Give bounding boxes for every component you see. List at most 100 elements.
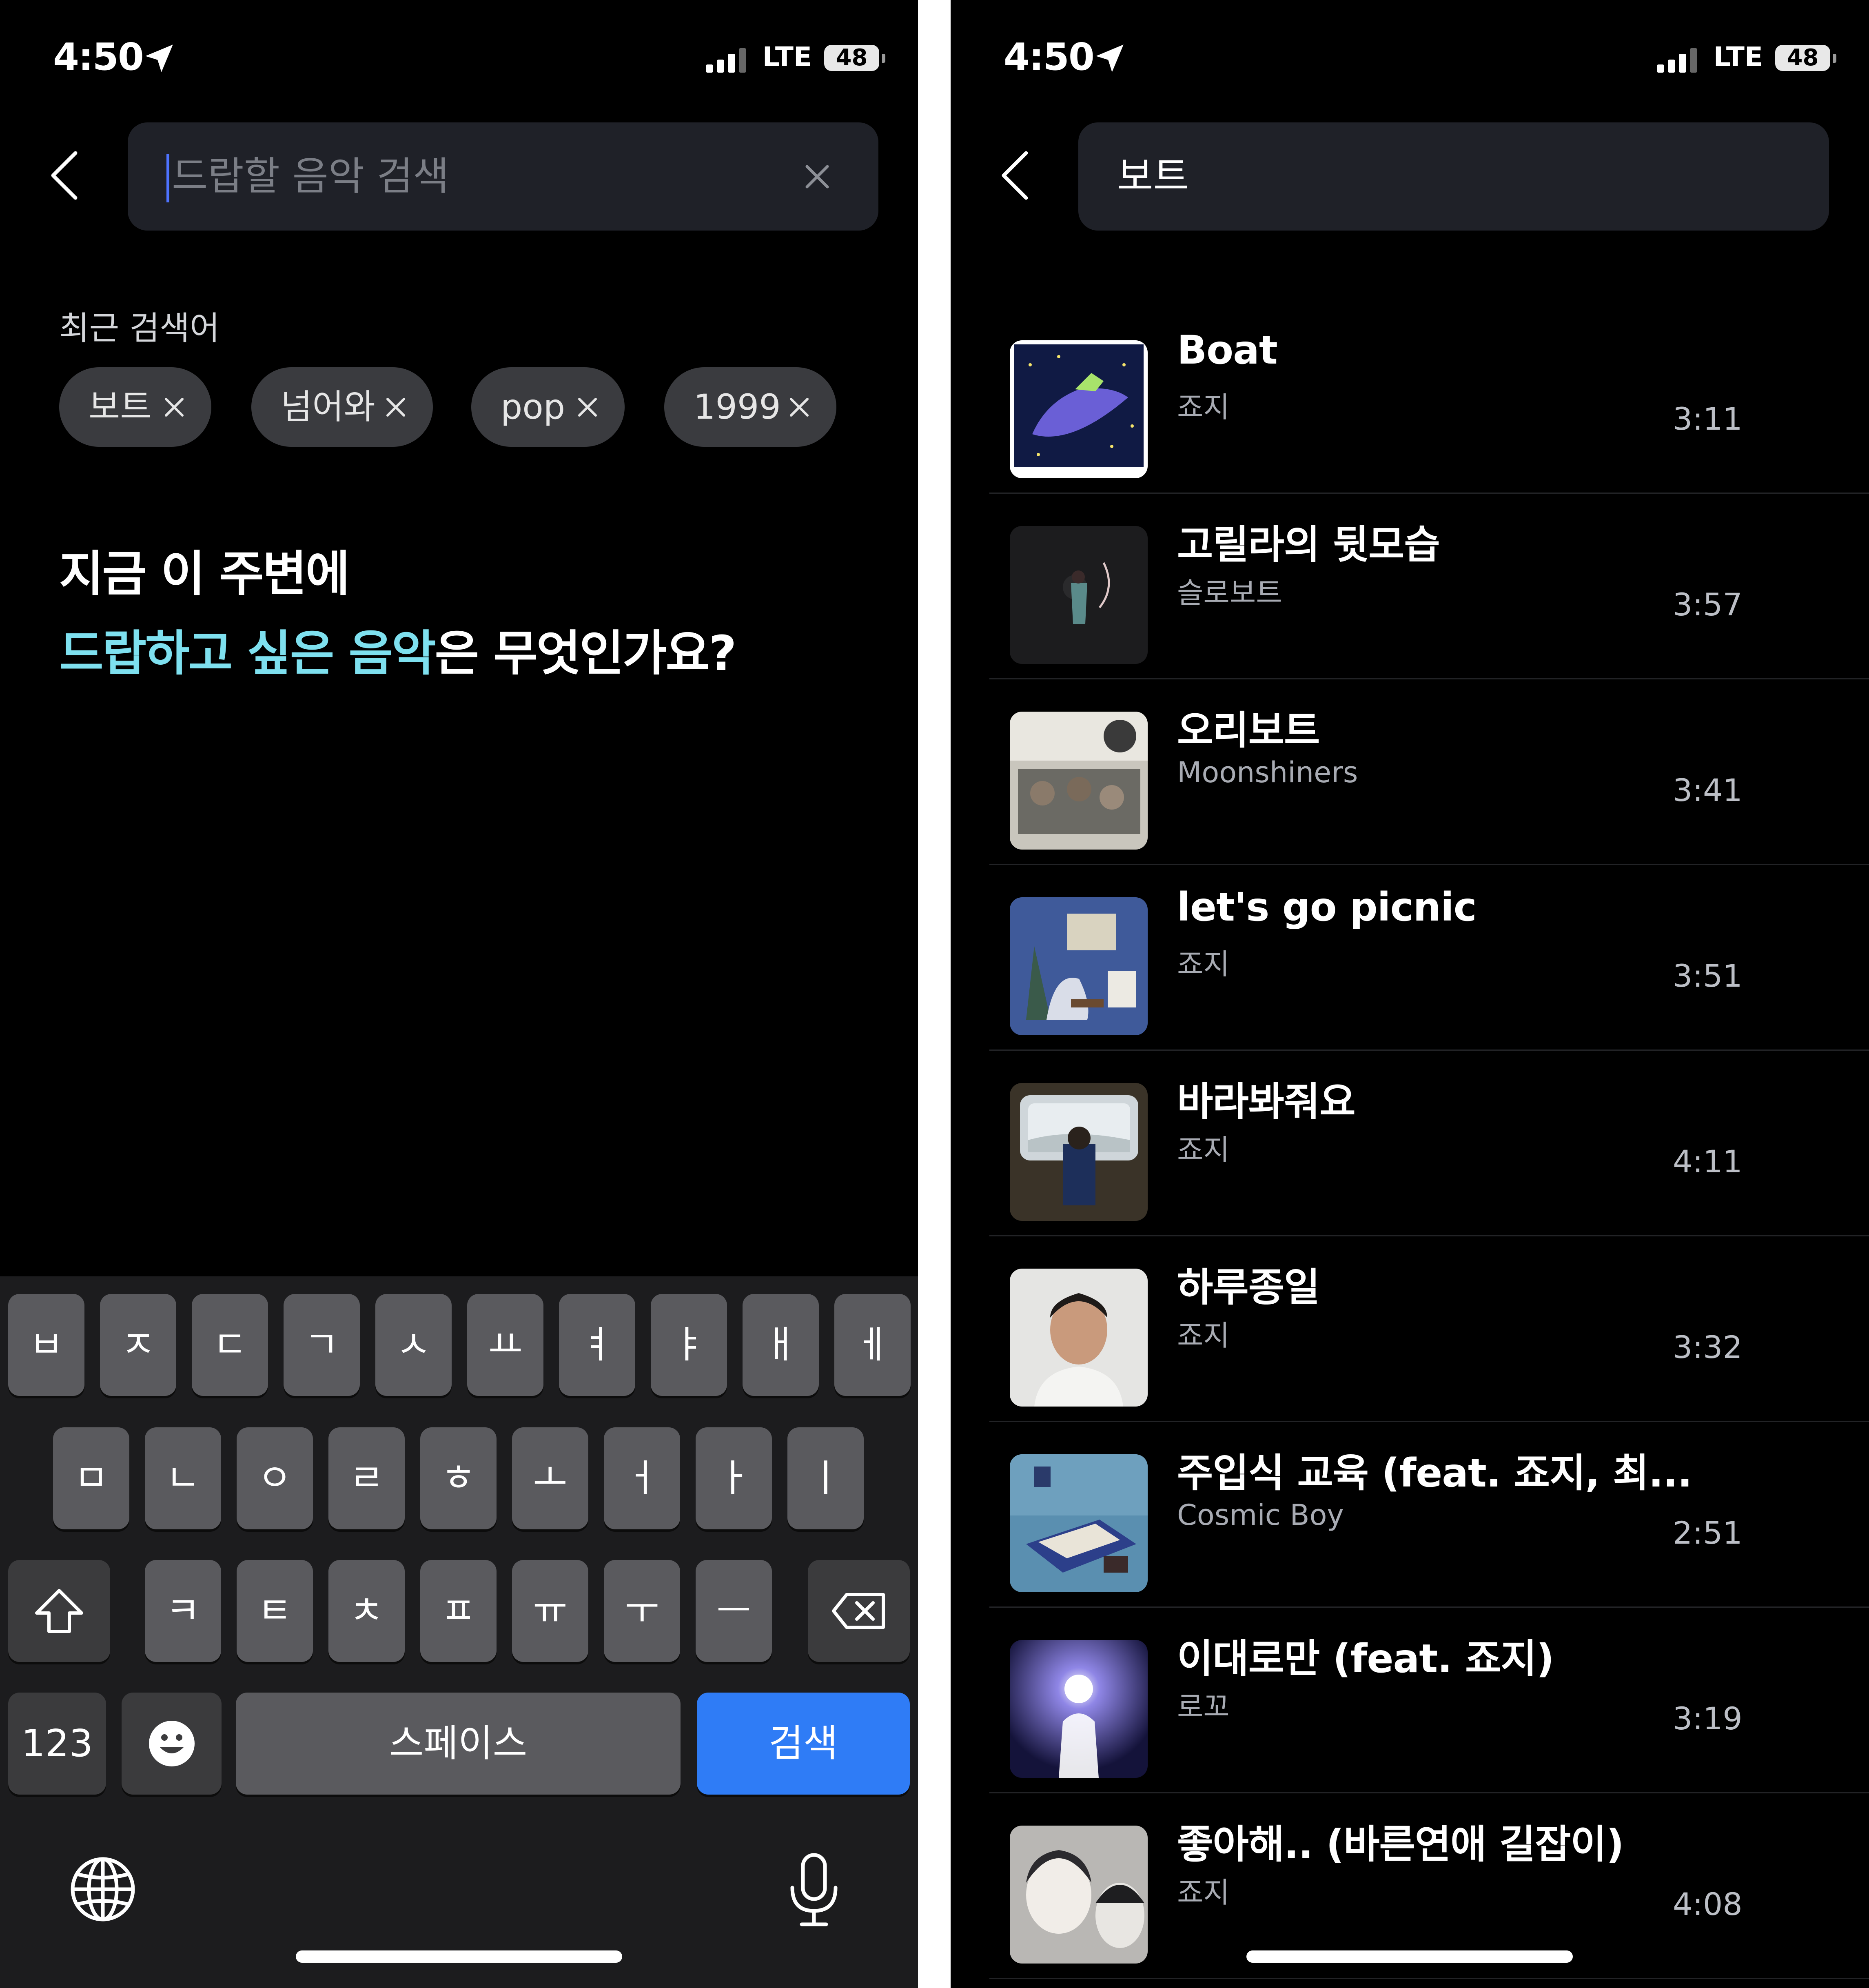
recent-chip[interactable]: 보트 <box>59 367 211 447</box>
home-indicator[interactable] <box>296 1950 622 1963</box>
key[interactable]: ㅁ <box>53 1427 129 1529</box>
signal-bars-icon <box>706 48 747 73</box>
recent-searches-title: 최근 검색어 <box>59 309 220 347</box>
recent-chip[interactable]: pop <box>471 367 625 447</box>
song-row[interactable]: let's go picnic 죠지 3:51 <box>989 864 1869 1051</box>
key[interactable]: ㄱ <box>284 1294 360 1396</box>
key[interactable]: ㄹ <box>328 1427 405 1529</box>
album-art <box>1010 526 1148 664</box>
song-duration: 4:11 <box>1673 1143 1743 1180</box>
emoji-key[interactable] <box>122 1693 222 1795</box>
song-artist: 죠지 <box>1177 1133 1230 1167</box>
album-art <box>1010 340 1148 478</box>
song-row[interactable]: 이대로만 (feat. 죠지) 로꼬 3:19 <box>989 1606 1869 1793</box>
key[interactable]: ㅐ <box>743 1294 819 1396</box>
album-art <box>1010 1640 1148 1778</box>
remove-chip-icon[interactable] <box>385 397 406 418</box>
status-time: 4:50 <box>53 35 144 79</box>
search-screen: 4:50 LTE 48 드랍할 음악 검색 최근 검색어 보트 넘어와 pop … <box>0 0 918 1988</box>
search-query: 보트 <box>1117 153 1189 199</box>
text-cursor <box>166 154 169 202</box>
backspace-icon <box>832 1593 885 1629</box>
song-duration: 3:11 <box>1673 401 1743 437</box>
song-title: 좋아해.. (바른연애 길잡이) <box>1177 1822 1624 1867</box>
numbers-key[interactable]: 123 <box>8 1693 106 1795</box>
back-chevron-icon[interactable] <box>47 147 84 204</box>
song-title: Boat <box>1177 327 1278 373</box>
key[interactable]: ㅑ <box>651 1294 727 1396</box>
key[interactable]: ㅌ <box>237 1560 313 1662</box>
song-artist: 죠지 <box>1177 1876 1230 1909</box>
key[interactable]: ㅣ <box>787 1427 864 1529</box>
song-artist: 슬로보트 <box>1177 576 1282 610</box>
search-input[interactable]: 보트 <box>1078 122 1829 231</box>
remove-chip-icon[interactable] <box>577 397 598 418</box>
search-placeholder: 드랍할 음악 검색 <box>172 153 449 199</box>
key[interactable]: ㅈ <box>100 1294 176 1396</box>
key[interactable]: ㅊ <box>328 1560 405 1662</box>
song-title: 이대로만 (feat. 죠지) <box>1177 1636 1554 1682</box>
network-type: LTE <box>1713 41 1763 73</box>
battery-icon: 48 <box>1775 45 1830 71</box>
recent-chip-label: 보트 <box>89 387 152 427</box>
microphone-icon[interactable] <box>787 1852 840 1927</box>
album-art <box>1010 712 1148 850</box>
back-chevron-icon[interactable] <box>998 147 1034 204</box>
prompt-line-1: 지금 이 주변에 <box>59 546 350 602</box>
key[interactable]: ㅛ <box>467 1294 543 1396</box>
key[interactable]: ㅕ <box>559 1294 635 1396</box>
search-input[interactable]: 드랍할 음악 검색 <box>128 122 878 231</box>
status-bar: 4:50 LTE 48 <box>951 33 1869 82</box>
key[interactable]: ㅎ <box>420 1427 497 1529</box>
song-title: 하루종일 <box>1177 1265 1320 1310</box>
song-row[interactable]: 고릴라의 뒷모습 슬로보트 3:57 <box>989 493 1869 679</box>
song-duration: 3:51 <box>1673 958 1743 994</box>
search-key[interactable]: 검색 <box>697 1693 910 1795</box>
song-row[interactable]: 하루종일 죠지 3:32 <box>989 1235 1869 1422</box>
song-row[interactable]: 바라봐줘요 죠지 4:11 <box>989 1049 1869 1236</box>
song-row[interactable]: 오리보트 Moonshiners 3:41 <box>989 678 1869 865</box>
key[interactable]: ㅜ <box>604 1560 680 1662</box>
song-title: 고릴라의 뒷모습 <box>1177 522 1440 568</box>
key[interactable]: ㅂ <box>8 1294 84 1396</box>
song-row[interactable]: Boat 죠지 3:11 <box>989 307 1869 494</box>
remove-chip-icon[interactable] <box>789 397 810 418</box>
status-bar: 4:50 LTE 48 <box>0 33 918 82</box>
album-art <box>1010 1269 1148 1407</box>
recent-chip[interactable]: 넘어와 <box>251 367 433 447</box>
key[interactable]: ㅍ <box>420 1560 497 1662</box>
key[interactable]: ㅗ <box>512 1427 588 1529</box>
battery-cap <box>882 54 885 63</box>
key[interactable]: ㄴ <box>145 1427 221 1529</box>
song-duration: 3:32 <box>1673 1329 1743 1365</box>
key[interactable]: ㅅ <box>375 1294 452 1396</box>
key[interactable]: ㅋ <box>145 1560 221 1662</box>
shift-arrow-icon <box>35 1589 83 1633</box>
album-art <box>1010 897 1148 1035</box>
space-key[interactable]: 스페이스 <box>236 1693 681 1795</box>
key[interactable]: ㅓ <box>604 1427 680 1529</box>
song-duration: 3:57 <box>1673 586 1743 623</box>
recent-chip-label: 넘어와 <box>281 387 375 427</box>
shift-key[interactable] <box>8 1560 110 1662</box>
song-artist: 로꼬 <box>1177 1690 1230 1724</box>
key[interactable]: ㅠ <box>512 1560 588 1662</box>
battery-cap <box>1833 54 1836 63</box>
location-arrow-icon <box>1096 44 1124 72</box>
song-duration: 2:51 <box>1673 1515 1743 1551</box>
globe-icon[interactable] <box>69 1856 137 1923</box>
key[interactable]: ㄷ <box>192 1294 268 1396</box>
recent-chip-label: 1999 <box>694 387 781 427</box>
home-indicator[interactable] <box>1246 1950 1573 1963</box>
backspace-key[interactable] <box>808 1560 910 1662</box>
key[interactable]: ㅏ <box>696 1427 772 1529</box>
recent-chip[interactable]: 1999 <box>664 367 836 447</box>
remove-chip-icon[interactable] <box>164 397 185 418</box>
key[interactable]: ㅡ <box>696 1560 772 1662</box>
key[interactable]: ㅇ <box>237 1427 313 1529</box>
clear-search-icon[interactable] <box>803 162 831 191</box>
song-artist: Cosmic Boy <box>1177 1498 1344 1532</box>
song-row[interactable]: 주입식 교육 (feat. 죠지, 최... Cosmic Boy 2:51 <box>989 1421 1869 1608</box>
key[interactable]: ㅔ <box>834 1294 911 1396</box>
song-duration: 3:41 <box>1673 772 1743 808</box>
